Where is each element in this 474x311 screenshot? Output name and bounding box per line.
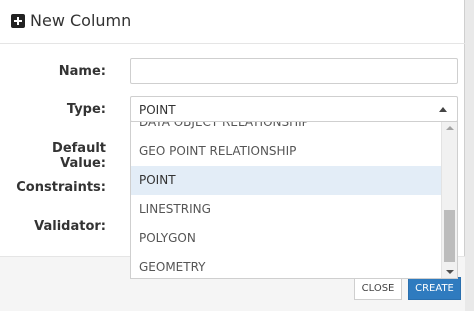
default-value-label: Default Value: xyxy=(52,141,106,171)
dropdown-option[interactable]: LINESTRING xyxy=(131,195,442,224)
dropdown-option[interactable]: POLYGON xyxy=(131,224,442,253)
constraints-label: Constraints: xyxy=(16,180,106,195)
scroll-down-arrow-icon[interactable] xyxy=(446,270,454,274)
dropdown-option-selected[interactable]: POINT xyxy=(131,166,442,195)
type-select-value: POINT xyxy=(139,103,176,117)
close-button[interactable]: CLOSE xyxy=(354,277,402,300)
plus-square-icon xyxy=(11,14,25,28)
new-column-dialog: New Column Name: Type: POINT Default Val… xyxy=(0,0,465,311)
dialog-title: New Column xyxy=(30,11,132,30)
type-label: Type: xyxy=(66,102,106,117)
dialog-header: New Column xyxy=(0,0,465,44)
create-button[interactable]: CREATE xyxy=(408,277,461,300)
dropdown-option[interactable]: GEO POINT RELATIONSHIP xyxy=(131,137,442,166)
type-dropdown-list: DATA OBJECT RELATIONSHIP GEO POINT RELAT… xyxy=(130,121,458,279)
dropdown-scrollbar[interactable] xyxy=(441,122,457,278)
caret-up-icon xyxy=(439,107,447,112)
scroll-up-arrow-icon[interactable] xyxy=(446,126,454,130)
scrollbar-thumb[interactable] xyxy=(444,210,455,262)
type-select[interactable]: POINT xyxy=(130,96,458,122)
validator-label: Validator: xyxy=(34,219,106,234)
name-input[interactable] xyxy=(130,58,458,84)
dropdown-option[interactable]: GEOMETRY xyxy=(131,253,442,278)
name-label: Name: xyxy=(58,64,106,79)
dropdown-option[interactable]: DATA OBJECT RELATIONSHIP xyxy=(131,122,442,137)
